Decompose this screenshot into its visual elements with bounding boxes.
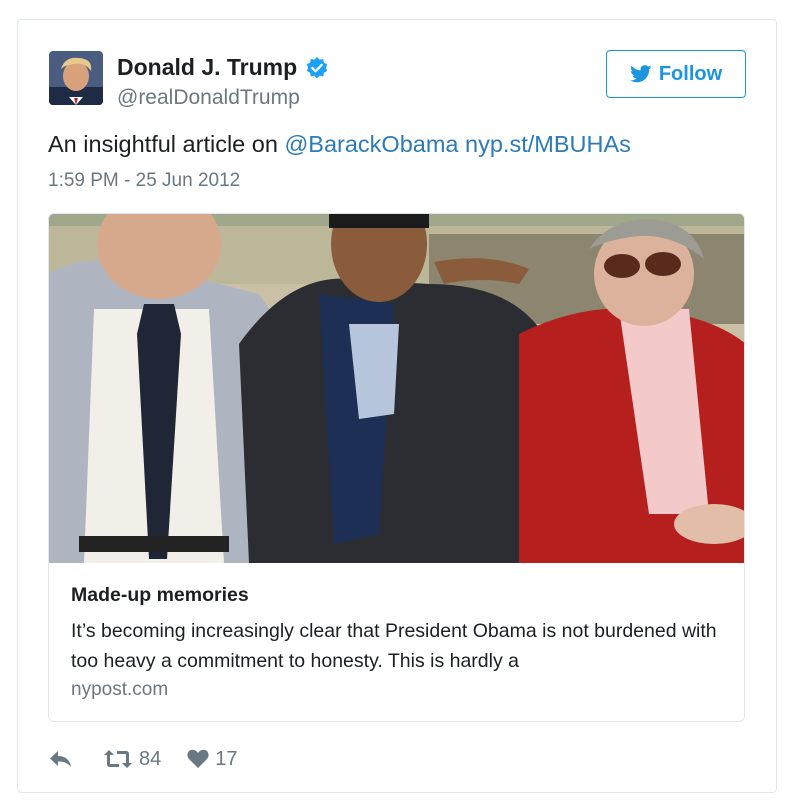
retweet-button[interactable]: 84 — [103, 748, 161, 771]
heart-icon — [187, 749, 209, 768]
screen-name[interactable]: @realDonaldTrump — [117, 86, 300, 110]
display-name-row: Donald J. Trump — [117, 54, 329, 81]
tweet-text: An insightful article on @BarackObama ny… — [48, 131, 631, 158]
twitter-bird-icon — [629, 65, 652, 83]
article-card[interactable]: Made-up memories It’s becoming increasin… — [48, 213, 745, 722]
verified-badge-icon — [305, 56, 329, 80]
reply-button[interactable] — [48, 749, 73, 769]
follow-button[interactable]: Follow — [606, 50, 746, 98]
tweet-text-prefix: An insightful article on — [48, 131, 285, 157]
mention-link[interactable]: @BarackObama — [284, 131, 458, 157]
article-card-image — [49, 214, 744, 563]
tweet-actions: 84 17 — [48, 744, 238, 774]
retweet-icon — [104, 750, 132, 768]
reply-arrow-icon — [50, 751, 71, 767]
article-card-title[interactable]: Made-up memories — [71, 584, 249, 607]
article-card-description: It’s becoming increasingly clear that Pr… — [71, 620, 717, 672]
article-short-link[interactable]: nyp.st/MBUHAs — [465, 131, 631, 157]
follow-label: Follow — [658, 62, 723, 85]
like-button[interactable]: 17 — [187, 747, 238, 771]
retweet-count: 84 — [139, 747, 162, 770]
avatar[interactable] — [49, 51, 103, 105]
article-card-domain: nypost.com — [71, 679, 169, 700]
tweet-card: Donald J. Trump @realDonaldTrump Follow … — [17, 19, 777, 793]
like-count: 17 — [215, 747, 238, 770]
avatar-photo — [49, 51, 103, 105]
display-name[interactable]: Donald J. Trump — [117, 54, 297, 81]
tweet-timestamp[interactable]: 1:59 PM - 25 Jun 2012 — [48, 170, 240, 192]
